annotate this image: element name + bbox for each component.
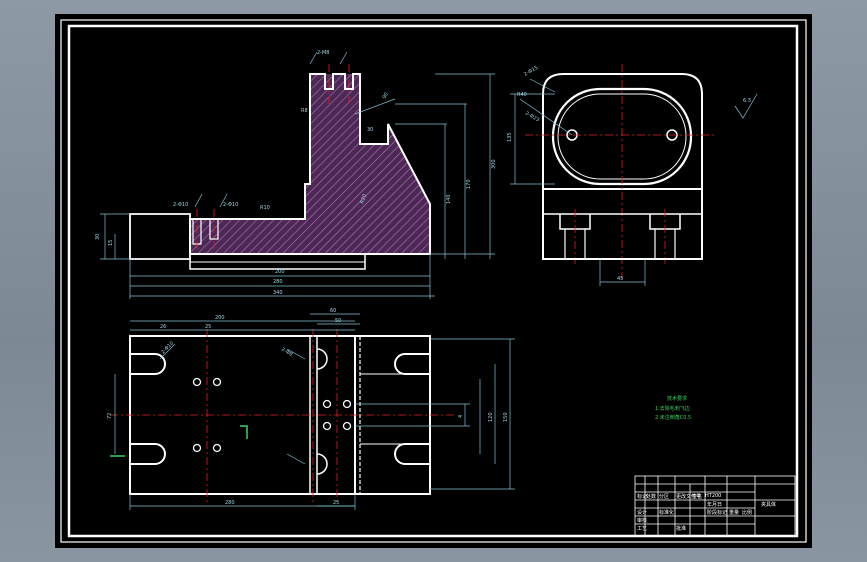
top-view: 200 60 26 25 50 280 25 72 120 150 4 2-Φ1… bbox=[107, 308, 515, 510]
front-dim-2phi10-b: 2-Φ10 bbox=[223, 202, 238, 208]
notes-title: 技术要求 bbox=[667, 395, 687, 402]
top-hole-2 bbox=[212, 377, 222, 387]
side-dim-2phi15: 2-Φ15 bbox=[523, 65, 539, 78]
top-hole-3 bbox=[192, 443, 202, 453]
tb-row-label-2: 处数 bbox=[646, 493, 656, 500]
tb-sub-label-5: 批准 bbox=[676, 525, 686, 532]
tb-row-label-3: 分区 bbox=[659, 493, 669, 500]
top-hole-8 bbox=[342, 421, 352, 431]
front-dim-r8: R8 bbox=[301, 108, 308, 114]
side-lower-body bbox=[543, 213, 702, 230]
side-lower-outline bbox=[542, 189, 703, 260]
tb-part-name: 夹具体 bbox=[761, 501, 776, 508]
tb-row-label-6: 年月日 bbox=[707, 501, 722, 508]
top-dim-50: 50 bbox=[335, 318, 341, 324]
front-view: 200 280 340 30 15 170 140 300 90 30 R8 R… bbox=[95, 50, 497, 299]
top-dim-26: 26 bbox=[160, 324, 166, 330]
side-dim-r40: R40 bbox=[517, 92, 527, 98]
top-arc-lower bbox=[316, 453, 328, 475]
top-arc-upper bbox=[316, 348, 328, 370]
tb-scale-label-1: 阶段标记 bbox=[707, 509, 727, 516]
roughness-value: 6.3 bbox=[743, 98, 751, 104]
top-dim-280: 280 bbox=[225, 500, 235, 506]
top-right-slot-upper bbox=[394, 353, 430, 375]
front-dim-15: 15 bbox=[108, 240, 114, 246]
inner-border bbox=[67, 24, 799, 538]
front-dim-170: 170 bbox=[466, 179, 472, 189]
notes-line-1: 1.去除毛刺飞边 bbox=[655, 405, 690, 412]
top-hole-4 bbox=[212, 443, 222, 453]
front-dim-30b: 30 bbox=[367, 127, 373, 133]
front-dim-2m8: 2-M8 bbox=[317, 50, 329, 56]
top-dim-60: 60 bbox=[330, 308, 336, 314]
front-dim-200: 200 bbox=[275, 269, 285, 275]
drawing-sheet: 200 280 340 30 15 170 140 300 90 30 R8 R… bbox=[55, 14, 812, 548]
side-dim-2phi23: 2-Φ23 bbox=[524, 111, 540, 124]
side-dim-135: 135 bbox=[507, 132, 513, 142]
front-dim-300: 300 bbox=[491, 159, 497, 169]
tb-sub-label-2: 标准化 bbox=[659, 509, 674, 516]
top-dim-72: 72 bbox=[107, 413, 113, 419]
cad-drawing: 200 280 340 30 15 170 140 300 90 30 R8 R… bbox=[60, 19, 807, 543]
tb-row-label-5: 签名 bbox=[692, 493, 702, 500]
top-right-slot-lower bbox=[394, 443, 430, 465]
tb-sub-label-4: 工艺 bbox=[637, 526, 647, 532]
tb-material: HT200 bbox=[705, 493, 721, 499]
side-dim-45: 45 bbox=[617, 276, 623, 282]
notes-line-2: 2.未注倒角C0.5 bbox=[655, 414, 691, 421]
top-hole-7 bbox=[322, 421, 332, 431]
front-dim-140: 140 bbox=[446, 194, 452, 204]
tb-scale-label-2: 重量 bbox=[729, 509, 739, 516]
top-hole-5 bbox=[322, 399, 332, 409]
top-dim-150: 150 bbox=[503, 412, 509, 422]
tb-scale-label-3: 比例 bbox=[742, 509, 752, 516]
front-dim-30: 30 bbox=[95, 234, 101, 240]
front-base-bottom bbox=[129, 213, 191, 260]
outer-border bbox=[60, 19, 807, 543]
top-dim-200: 200 bbox=[215, 315, 225, 321]
front-dim-r10: R10 bbox=[260, 205, 270, 211]
top-left-slot-lower bbox=[130, 443, 166, 465]
top-left-slot-upper bbox=[130, 353, 166, 375]
top-dim-25: 25 bbox=[205, 324, 211, 330]
front-dim-2phi10-a: 2-Φ10 bbox=[173, 202, 188, 208]
top-dim-25b: 25 bbox=[333, 500, 339, 506]
front-dim-280: 280 bbox=[273, 279, 283, 285]
front-dim-340: 340 bbox=[273, 290, 283, 296]
technical-notes: 技术要求 1.去除毛刺飞边 2.未注倒角C0.5 bbox=[655, 395, 691, 421]
front-dim-90: 90 bbox=[382, 91, 390, 100]
tb-sub-label-3: 审核 bbox=[637, 517, 647, 524]
top-hole-6 bbox=[342, 399, 352, 409]
top-hole-1 bbox=[192, 377, 202, 387]
side-view: 2-Φ15 R40 2-Φ23 135 45 6.3 bbox=[507, 64, 758, 286]
section-mark-a bbox=[240, 425, 248, 439]
top-dim-120: 120 bbox=[488, 412, 494, 422]
top-dim-2phi10: 2-Φ10 bbox=[160, 340, 175, 355]
tb-sub-label-1: 设计 bbox=[637, 509, 647, 516]
top-dim-2phi8: 2-Φ8 bbox=[280, 347, 293, 358]
title-block: HT200 夹具体 标记 处数 分区 更改文件号 签名 年月日 设计 标准化 审… bbox=[634, 475, 796, 537]
top-dim-4: 4 bbox=[458, 415, 464, 418]
